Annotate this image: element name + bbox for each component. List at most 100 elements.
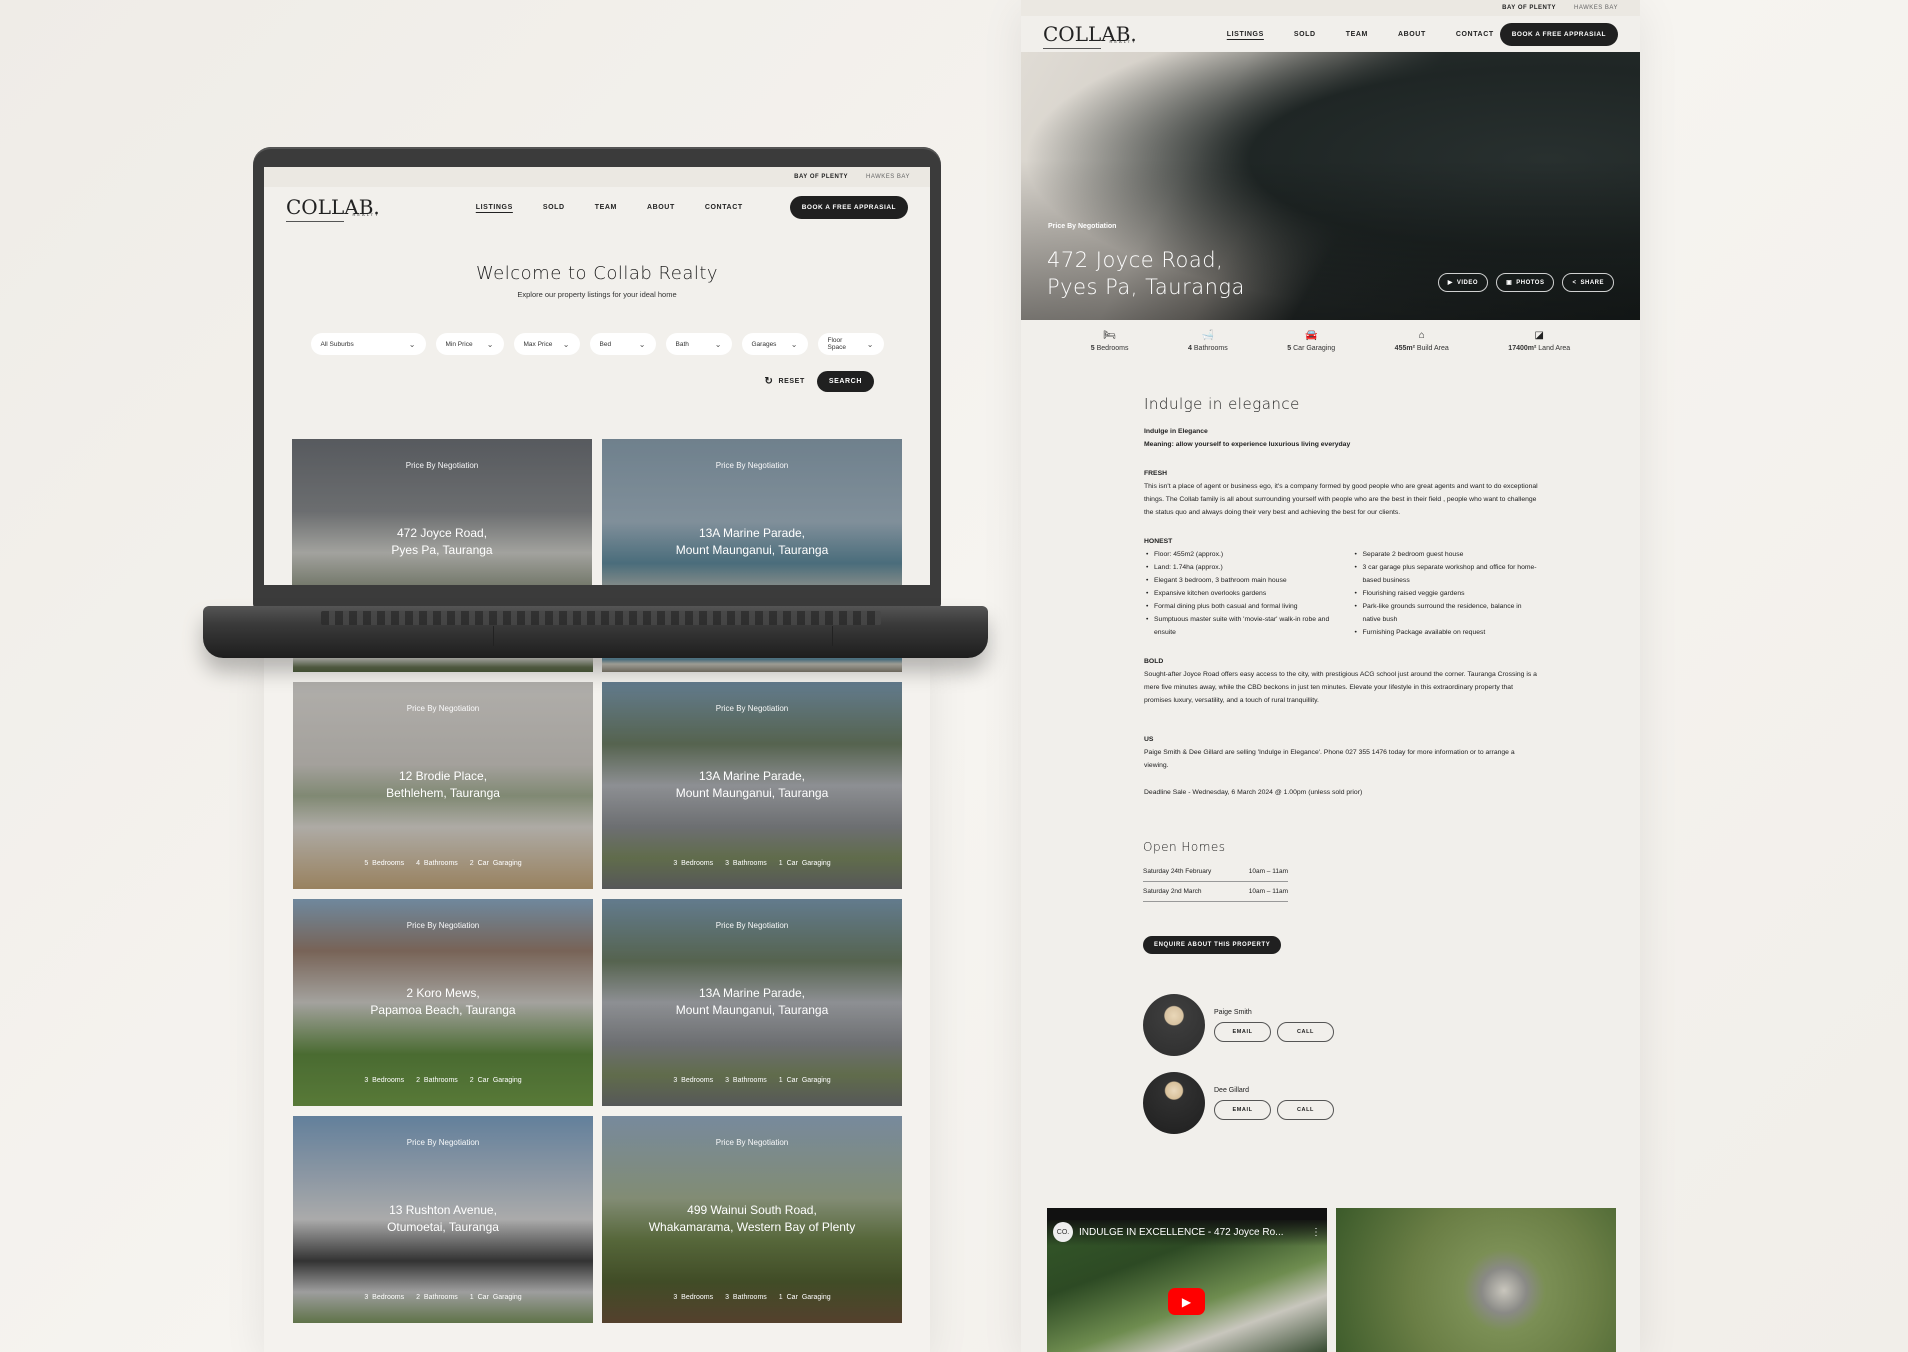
- photos-icon: ▣: [1506, 280, 1513, 286]
- nav-about[interactable]: ABOUT: [1398, 31, 1426, 38]
- car-icon: 🚘: [1304, 330, 1318, 341]
- chevron-down-icon: ⌄: [486, 339, 494, 349]
- listing-features: 3 Bedrooms 2 Bathrooms 1 Car Garaging: [364, 1294, 522, 1301]
- agents-section: Paige Smith EMAIL CALL Dee Gillard EMAIL…: [1021, 954, 1640, 1134]
- listing-price: Price By Negotiation: [715, 461, 789, 470]
- nav-contact[interactable]: CONTACT: [1456, 31, 1494, 38]
- listing-price: Price By Negotiation: [406, 921, 480, 930]
- property-description: Indulge in elegance Indulge in Elegance …: [1021, 370, 1541, 799]
- chevron-down-icon: ⌄: [790, 339, 798, 349]
- listing-features: 3 Bedrooms 3 Bathrooms 1 Car Garaging: [673, 860, 831, 867]
- max-price-select[interactable]: Max Price ⌄: [513, 333, 580, 355]
- nav-listings[interactable]: LISTINGS: [1227, 31, 1264, 38]
- listing-features: 3 Bedrooms 2 Bathrooms 2 Car Garaging: [364, 1077, 522, 1084]
- region-link[interactable]: BAY OF PLENTY: [794, 174, 848, 180]
- email-button[interactable]: EMAIL: [1214, 1021, 1271, 1042]
- agent-card: Paige Smith EMAIL CALL: [1143, 994, 1640, 1056]
- play-icon: ▶: [1447, 280, 1453, 286]
- listing-card[interactable]: Price By Negotiation 12 Brodie Place, Bet…: [293, 682, 593, 889]
- photos-button[interactable]: ▣ PHOTOS: [1496, 273, 1555, 292]
- region-link[interactable]: BAY OF PLENTY: [1502, 5, 1556, 11]
- listing-features: 5 Bedrooms 4 Bathrooms 2 Car Garaging: [364, 860, 522, 867]
- share-button[interactable]: < SHARE: [1562, 273, 1614, 292]
- video-title[interactable]: INDULGE IN EXCELLENCE - 472 Joyce Ro...: [1079, 1227, 1284, 1238]
- open-homes: Open Homes Saturday 24th February 10am – …: [1021, 810, 1640, 954]
- share-icon: <: [1572, 279, 1577, 286]
- logo[interactable]: COLLAB. REALTY: [1043, 24, 1137, 49]
- laptop-screen: BAY OF PLENTY HAWKES BAY COLLAB. REALTY L…: [264, 167, 930, 585]
- listing-card[interactable]: Price By Negotiation 13A Marine Parade, M…: [602, 439, 902, 585]
- laptop-base: [203, 606, 988, 658]
- listing-price: Price By Negotiation: [715, 1138, 789, 1147]
- bed-select[interactable]: Bed ⌄: [589, 333, 656, 355]
- region-link[interactable]: HAWKES BAY: [1574, 5, 1618, 11]
- garages-select[interactable]: Garages ⌄: [741, 333, 808, 355]
- listing-address: 472 Joyce Road, Pyes Pa, Tauranga: [391, 526, 493, 557]
- listing-features: 3 Bedrooms 3 Bathrooms 1 Car Garaging: [673, 1294, 831, 1301]
- refresh-icon: ↻: [764, 376, 774, 387]
- open-home-row: Saturday 2nd March 10am – 11am: [1143, 882, 1288, 902]
- search-button[interactable]: SEARCH: [816, 371, 874, 392]
- logo[interactable]: COLLAB. REALTY: [286, 197, 380, 222]
- video-button[interactable]: ▶ VIDEO: [1437, 273, 1489, 292]
- agent-name: Dee Gillard: [1214, 1086, 1250, 1094]
- play-icon[interactable]: ▶: [1168, 1288, 1205, 1315]
- keyboard: [321, 611, 881, 625]
- open-home-row: Saturday 24th February 10am – 11am: [1143, 862, 1288, 882]
- region-link[interactable]: HAWKES BAY: [866, 174, 910, 180]
- book-appraisal-button[interactable]: BOOK A FREE APPRASIAL: [789, 195, 908, 219]
- stat-build-area: ⌂ 455m² Build Area: [1394, 330, 1449, 352]
- chevron-down-icon: ⌄: [866, 339, 874, 349]
- agent-name: Paige Smith: [1214, 1008, 1252, 1016]
- nav-sold[interactable]: SOLD: [543, 204, 565, 211]
- listing-card[interactable]: Price By Negotiation 499 Wainui South Ro…: [602, 1116, 902, 1323]
- page-title: Welcome to Collab Realty: [475, 263, 719, 284]
- listing-card[interactable]: Price By Negotiation 472 Joyce Road, Pyes…: [292, 439, 592, 585]
- listing-card[interactable]: Price By Negotiation 2 Koro Mews, Papamoa…: [293, 899, 593, 1106]
- enquire-button[interactable]: ENQUIRE ABOUT THIS PROPERTY: [1143, 936, 1282, 954]
- bath-icon: 🛁: [1201, 330, 1215, 341]
- property-hero: Price By Negotiation 472 Joyce Road, Pyes…: [1021, 52, 1640, 320]
- listing-price: Price By Negotiation: [405, 461, 479, 470]
- listing-address: 13 Rushton Avenue, Otumoetai, Tauranga: [387, 1203, 499, 1234]
- call-button[interactable]: CALL: [1277, 1021, 1334, 1042]
- nav-listings[interactable]: LISTINGS: [476, 204, 513, 211]
- media-gallery: CO. INDULGE IN EXCELLENCE - 472 Joyce Ro…: [1047, 1208, 1616, 1352]
- trackpad: [493, 626, 833, 646]
- listing-card[interactable]: Price By Negotiation 13A Marine Parade, M…: [602, 899, 902, 1106]
- suburb-select[interactable]: All Suburbs ⌄: [310, 333, 426, 355]
- nav-team[interactable]: TEAM: [1346, 31, 1368, 38]
- main-nav: COLLAB. REALTY LISTINGS SOLD TEAM ABOUT C…: [264, 187, 930, 227]
- call-button[interactable]: CALL: [1277, 1099, 1334, 1120]
- listing-address: 13A Marine Parade, Mount Maunganui, Taura…: [675, 986, 829, 1017]
- nav-contact[interactable]: CONTACT: [705, 204, 743, 211]
- listing-card[interactable]: Price By Negotiation 13 Rushton Avenue, O…: [293, 1116, 593, 1323]
- min-price-select[interactable]: Min Price ⌄: [435, 333, 504, 355]
- channel-avatar[interactable]: CO.: [1053, 1222, 1073, 1242]
- listing-features: 3 Bedrooms 3 Bathrooms 1 Car Garaging: [673, 1077, 831, 1084]
- email-button[interactable]: EMAIL: [1214, 1099, 1271, 1120]
- avatar: [1143, 1072, 1205, 1134]
- chevron-down-icon: ⌄: [714, 339, 722, 349]
- nav-team[interactable]: TEAM: [595, 204, 617, 211]
- more-options-icon[interactable]: ⋮: [1311, 1227, 1321, 1238]
- video-embed[interactable]: CO. INDULGE IN EXCELLENCE - 472 Joyce Ro…: [1047, 1208, 1327, 1352]
- listing-price: Price By Negotiation: [406, 1138, 480, 1147]
- bath-select[interactable]: Bath ⌄: [665, 333, 732, 355]
- nav-about[interactable]: ABOUT: [647, 204, 675, 211]
- nav-sold[interactable]: SOLD: [1294, 31, 1316, 38]
- property-stats: 🛏 5 Bedrooms 🛁 4 Bathrooms 🚘 5 Car Garaging…: [1021, 320, 1640, 370]
- description-heading: Indulge in elegance: [1144, 395, 1300, 413]
- listing-address: 13A Marine Parade, Mount Maunganui, Taura…: [675, 769, 829, 800]
- stat-bedrooms: 🛏 5 Bedrooms: [1090, 330, 1129, 352]
- listing-address: 12 Brodie Place, Bethlehem, Tauranga: [386, 769, 500, 800]
- aerial-photo[interactable]: [1336, 1208, 1616, 1352]
- listing-address: 13A Marine Parade, Mount Maunganui, Taura…: [675, 526, 829, 557]
- house-icon: ⌂: [1418, 330, 1425, 341]
- listing-card[interactable]: Price By Negotiation 13A Marine Parade, M…: [602, 682, 902, 889]
- reset-button[interactable]: ↻ RESET: [765, 376, 805, 387]
- listing-price: Price By Negotiation: [715, 704, 789, 713]
- book-appraisal-button[interactable]: BOOK A FREE APPRASIAL: [1499, 22, 1618, 46]
- listing-address: 2 Koro Mews, Papamoa Beach, Tauranga: [370, 986, 516, 1017]
- floor-space-select[interactable]: Floor Space ⌄: [817, 333, 884, 355]
